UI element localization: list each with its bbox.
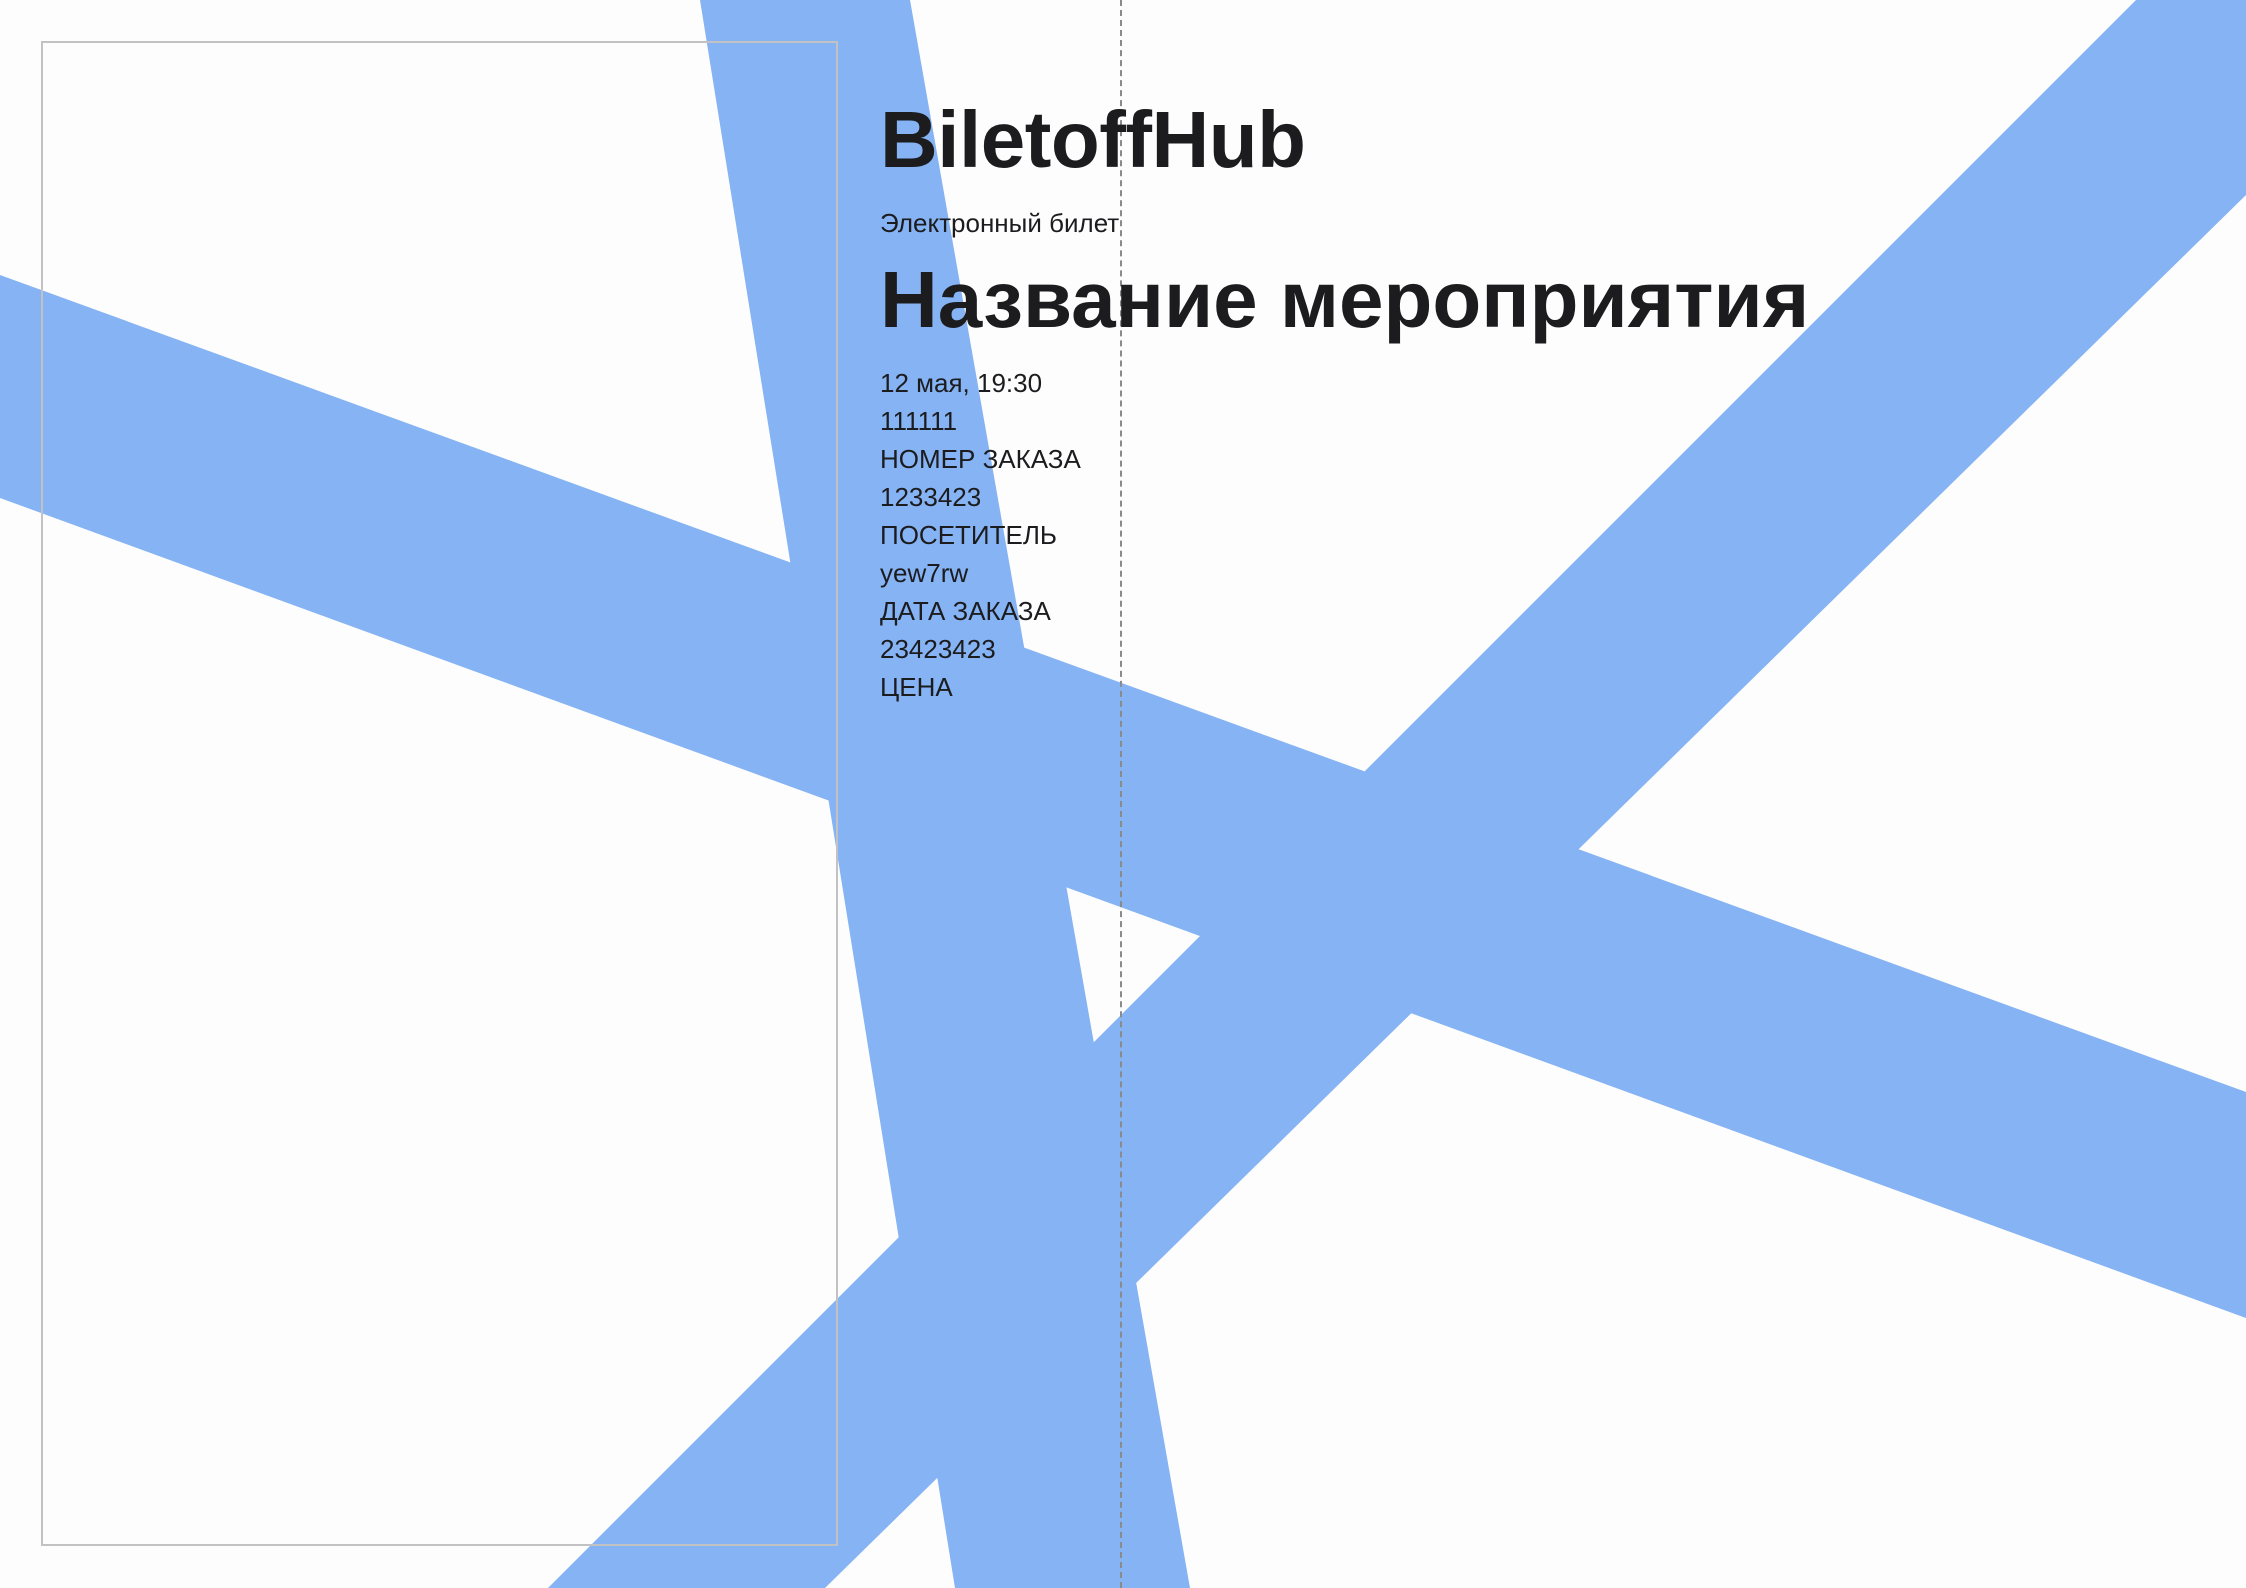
ticket-subtitle: Электронный билет — [880, 208, 1120, 238]
order-number-label: НОМЕР ЗАКАЗА — [880, 444, 1081, 474]
qr-code-area — [41, 41, 838, 1546]
ticket-info: BiletoffHub Электронный билет Название м… — [880, 90, 1809, 706]
ticket-fields: 12 мая, 19:30 111111 НОМЕР ЗАКАЗА 123342… — [880, 364, 1809, 706]
event-title: Название мероприятия — [880, 255, 1810, 344]
price-label: ЦЕНА — [880, 672, 953, 702]
ticket-page: BiletoffHub Электронный билет Название м… — [0, 0, 2246, 1588]
visitor-label: ПОСЕТИТЕЛЬ — [880, 520, 1057, 550]
visitor-value: yew7rw — [880, 558, 969, 588]
event-datetime: 12 мая, 19:30 — [880, 368, 1043, 398]
order-number-value: 1233423 — [880, 482, 982, 512]
brand-title: BiletoffHub — [880, 95, 1306, 184]
order-date-value: 23423423 — [880, 634, 996, 664]
order-date-label: ДАТА ЗАКАЗА — [880, 596, 1051, 626]
ticket-code: 111111 — [880, 406, 958, 436]
